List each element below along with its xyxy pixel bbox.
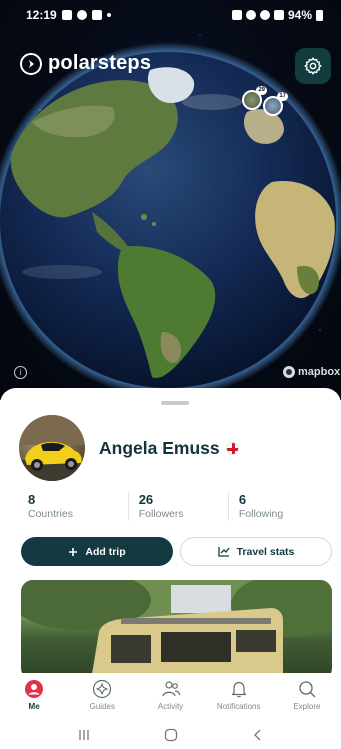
- trip-pin[interactable]: 29: [242, 86, 267, 110]
- avatar-car-image: [19, 415, 85, 481]
- chart-icon: [217, 547, 230, 557]
- back-icon[interactable]: [251, 728, 265, 742]
- brand-logo: polarsteps: [20, 52, 151, 75]
- system-navigation-bar: [0, 721, 341, 749]
- mapbox-logo-icon: [283, 366, 295, 378]
- person-icon: [25, 680, 44, 698]
- battery-percent: 94%: [287, 8, 312, 22]
- compass-badge-icon: [93, 679, 112, 699]
- stat-followers[interactable]: 26 Followers: [127, 492, 228, 521]
- travel-stats-label: Travel stats: [236, 545, 295, 558]
- trip-pin[interactable]: 17: [263, 92, 288, 116]
- avatar[interactable]: [19, 415, 85, 481]
- mapbox-attribution[interactable]: mapbox: [283, 366, 340, 378]
- stat-value: 26: [138, 492, 154, 507]
- stat-following[interactable]: 6 Following: [227, 492, 328, 521]
- trip-card[interactable]: [21, 580, 332, 673]
- stat-label: Followers: [138, 508, 184, 520]
- bottom-nav: Me Guides Activity Notifications Explore: [0, 673, 341, 721]
- message-icon: [61, 10, 72, 20]
- more-notifications-dot-icon: [106, 13, 111, 17]
- pin-badge: 29: [256, 86, 267, 95]
- info-icon[interactable]: i: [14, 366, 27, 379]
- stat-label: Following: [238, 508, 284, 520]
- profile-sheet: Angela Emuss 8 Countries 26 Followers 6 …: [0, 388, 341, 673]
- settings-button[interactable]: [295, 48, 331, 84]
- people-icon: [161, 681, 180, 697]
- polarsteps-logo-icon: [20, 52, 42, 75]
- bell-icon: [231, 681, 246, 698]
- stat-countries[interactable]: 8 Countries: [28, 492, 128, 521]
- app-notification-icon: [76, 10, 87, 20]
- drag-handle[interactable]: [161, 401, 189, 405]
- battery-icon: [316, 9, 323, 21]
- nav-label: Guides: [89, 702, 115, 711]
- add-trip-label: Add trip: [85, 545, 126, 558]
- recent-apps-icon[interactable]: [77, 728, 91, 742]
- home-icon[interactable]: [164, 728, 178, 742]
- wifi-icon: [259, 10, 270, 20]
- brand-name: polarsteps: [48, 52, 152, 74]
- signal-icon: [273, 10, 284, 20]
- nav-label: Notifications: [216, 702, 261, 711]
- mapbox-label: mapbox: [298, 366, 341, 378]
- profile-name: Angela Emuss: [99, 438, 220, 458]
- trip-cover-image: [21, 580, 332, 673]
- nav-label: Explore: [293, 702, 321, 711]
- status-left: 12:19: [26, 8, 111, 22]
- stat-label: Countries: [28, 508, 73, 520]
- profile-stats: 8 Countries 26 Followers 6 Following: [28, 492, 328, 521]
- plus-icon: [69, 547, 78, 556]
- earth-globe: [0, 42, 341, 390]
- nav-explore[interactable]: Explore: [273, 673, 341, 721]
- status-right: 94%: [231, 8, 323, 22]
- nav-notifications[interactable]: Notifications: [205, 673, 273, 721]
- uk-flag-icon: [225, 442, 239, 455]
- bluetooth-icon: [245, 10, 256, 20]
- calendar-icon: [91, 10, 102, 20]
- gear-icon: [304, 57, 322, 75]
- nav-label: Activity: [157, 702, 184, 711]
- action-buttons: Add trip Travel stats: [21, 537, 332, 566]
- nav-label: Me: [28, 702, 40, 711]
- travel-stats-button[interactable]: Travel stats: [180, 537, 332, 566]
- status-bar: 12:19 94%: [0, 0, 341, 30]
- pin-badge: 17: [277, 92, 288, 101]
- stat-value: 6: [238, 492, 247, 507]
- stat-value: 8: [28, 492, 36, 507]
- add-trip-button[interactable]: Add trip: [21, 537, 173, 566]
- battery-saver-icon: [231, 10, 242, 20]
- nav-guides[interactable]: Guides: [68, 673, 136, 721]
- profile-name-row: Angela Emuss: [99, 438, 239, 459]
- nav-me[interactable]: Me: [0, 673, 68, 721]
- nav-activity[interactable]: Activity: [136, 673, 204, 721]
- status-time: 12:19: [26, 8, 57, 22]
- search-icon: [299, 681, 316, 698]
